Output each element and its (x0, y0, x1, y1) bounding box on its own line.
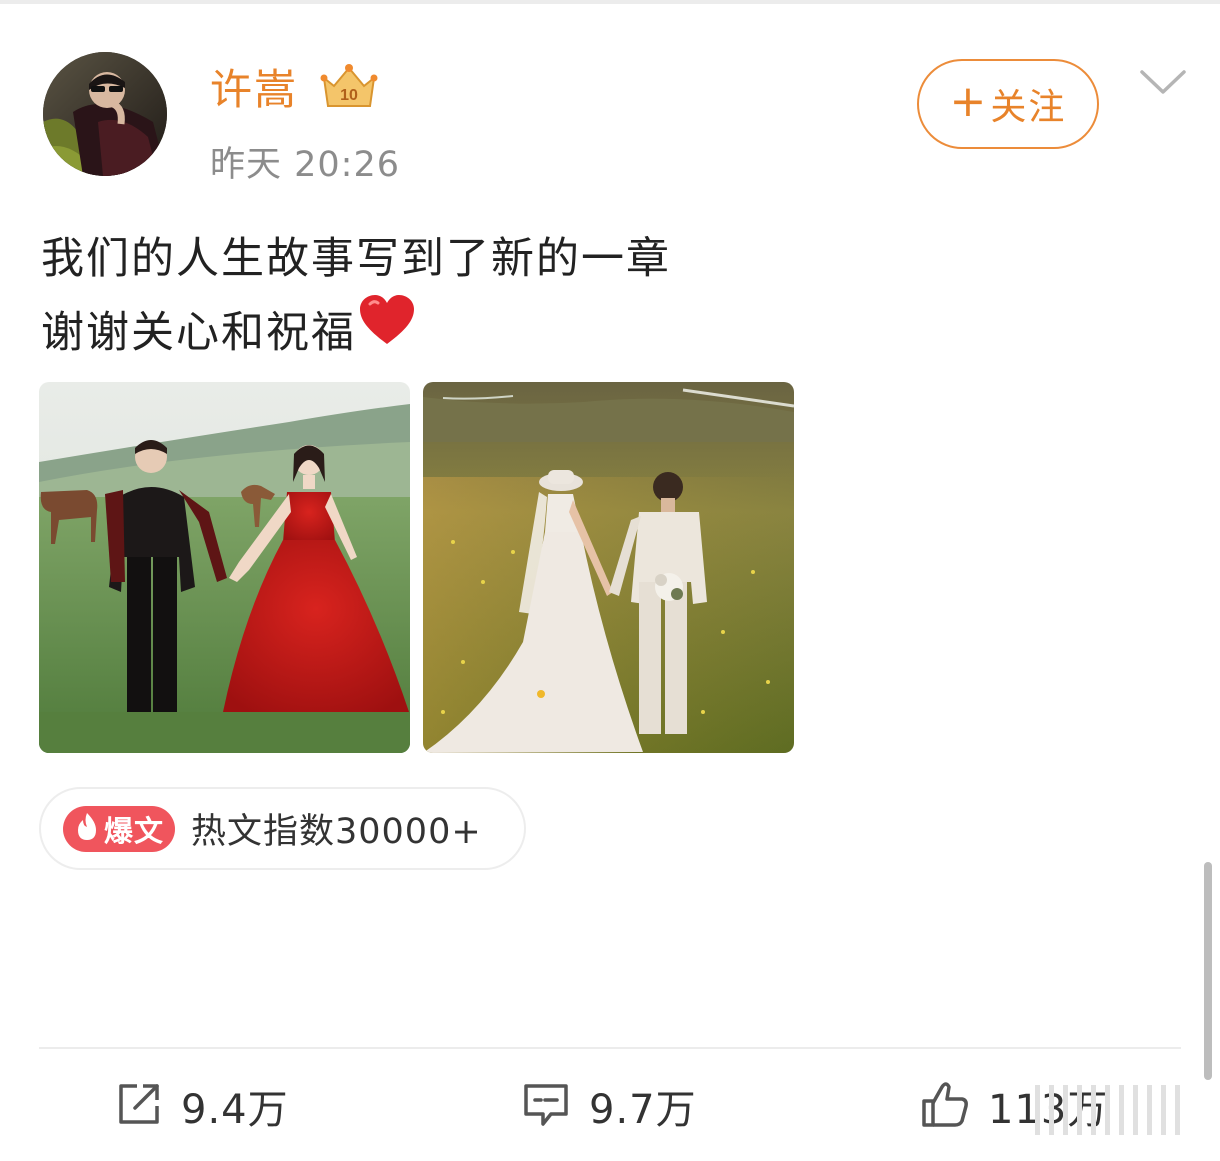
vip-crown-icon: 10 (318, 62, 380, 112)
post-timestamp: 昨天 20:26 (210, 145, 400, 185)
hot-index-text: 热文指数30000+ (191, 812, 482, 852)
action-divider (39, 1047, 1181, 1049)
author-name[interactable]: 许嵩 (210, 62, 298, 118)
watermark-stripes (1035, 1085, 1195, 1135)
follow-label: 关注 (990, 87, 1067, 128)
post-photo-2[interactable] (423, 382, 794, 753)
comment-count: 9.7万 (589, 1087, 697, 1133)
comment-icon (521, 1080, 571, 1132)
post-text-line: 谢谢关心和祝福 (41, 308, 356, 358)
post-photo-1[interactable] (39, 382, 410, 753)
flame-icon (74, 812, 100, 846)
hot-index-tag[interactable]: 爆文 热文指数30000+ (39, 787, 526, 870)
svg-text:10: 10 (340, 87, 358, 104)
post-text-line-2: 谢谢关心和祝福 (41, 294, 671, 370)
share-icon (115, 1080, 163, 1132)
plus-icon: + (949, 76, 987, 127)
hot-badge-label: 爆文 (103, 813, 164, 848)
follow-button[interactable]: + 关注 (917, 59, 1099, 149)
red-heart-icon (358, 294, 416, 369)
post-text-line: 我们的人生故事写到了新的一章 (41, 234, 671, 284)
post-body: 我们的人生故事写到了新的一章 谢谢关心和祝福 (41, 222, 671, 370)
top-divider (0, 0, 1220, 4)
comment-button[interactable]: 9.7万 (521, 1078, 697, 1134)
thumbs-up-icon (920, 1079, 970, 1133)
author-avatar[interactable] (43, 52, 167, 176)
hot-badge: 爆文 (63, 805, 175, 852)
share-button[interactable]: 9.4万 (115, 1078, 289, 1134)
scrollbar-thumb[interactable] (1204, 862, 1212, 1080)
chevron-down-icon[interactable] (1138, 64, 1188, 100)
share-count: 9.4万 (181, 1087, 289, 1133)
